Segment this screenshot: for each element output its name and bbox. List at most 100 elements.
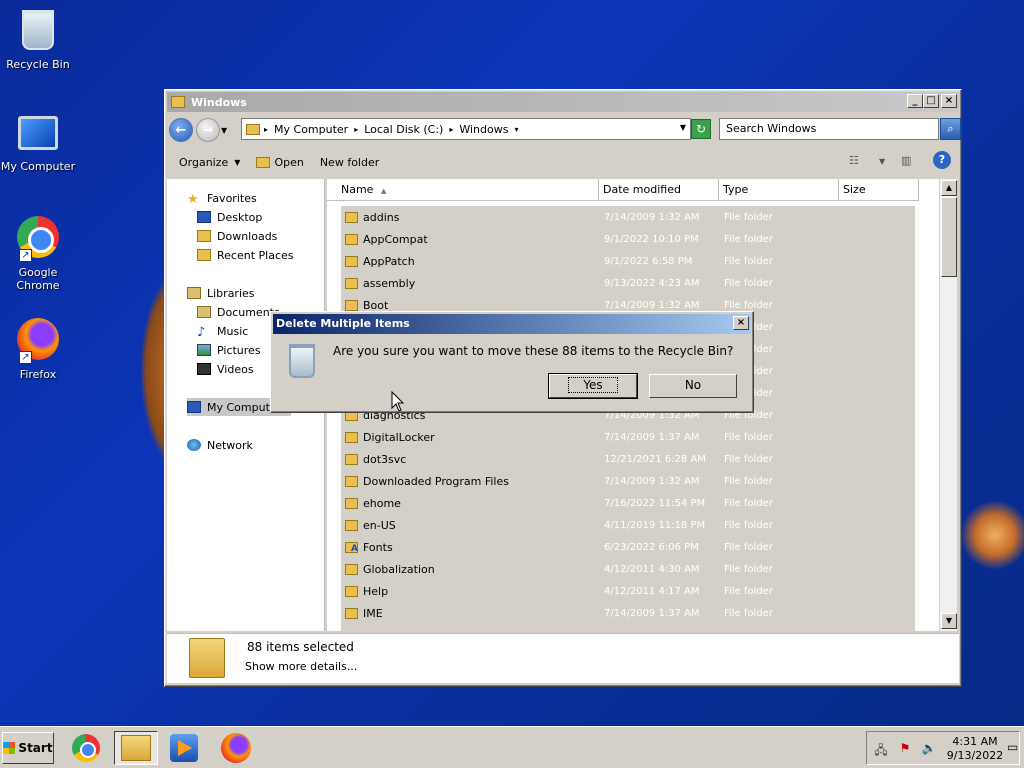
file-row[interactable]: ehome 7/16/2022 11:54 PM File folder: [341, 492, 915, 514]
dialog-message: Are you sure you want to move these 88 i…: [333, 344, 734, 358]
file-row[interactable]: AppCompat 9/1/2022 10:10 PM File folder: [341, 228, 915, 250]
column-header-type[interactable]: Type: [719, 179, 839, 201]
chevron-down-icon[interactable]: ▾: [514, 125, 518, 134]
column-header-date-modified[interactable]: Date modified: [599, 179, 719, 201]
music-icon: ♪: [197, 325, 206, 340]
taskbar-firefox[interactable]: [214, 731, 258, 765]
desktop-icon-recycle-bin[interactable]: Recycle Bin: [0, 6, 78, 71]
chevron-down-icon[interactable]: ▼: [879, 157, 885, 166]
address-field[interactable]: ▸ My Computer ▸ Local Disk (C:) ▸ Window…: [241, 118, 691, 140]
help-icon[interactable]: ?: [933, 151, 951, 169]
back-button[interactable]: ←: [169, 118, 193, 142]
close-icon[interactable]: ×: [733, 316, 749, 330]
taskbar-chrome[interactable]: [64, 731, 108, 765]
window-title: Windows: [191, 95, 247, 109]
desktop-icon-my-computer[interactable]: My Computer: [0, 110, 78, 173]
breadcrumb-my-computer[interactable]: My Computer: [274, 123, 348, 136]
nav-videos[interactable]: Videos: [197, 360, 254, 378]
nav-recent-places[interactable]: Recent Places: [197, 246, 294, 264]
nav-label: Videos: [217, 362, 254, 376]
file-row[interactable]: DigitalLocker 7/14/2009 1:37 AM File folde…: [341, 426, 915, 448]
search-input[interactable]: Search Windows: [719, 118, 939, 140]
volume-icon[interactable]: 🔈: [921, 741, 937, 755]
desktop-icon-google-chrome[interactable]: ↗ Google Chrome: [0, 214, 78, 292]
open-button[interactable]: Open: [256, 156, 304, 169]
folder-icon: [345, 519, 358, 531]
file-date: 12/21/2021 6:28 AM: [604, 453, 706, 465]
chevron-right-icon[interactable]: ▸: [264, 125, 268, 134]
nav-music[interactable]: ♪ Music: [197, 322, 249, 341]
file-row[interactable]: addins 7/14/2009 1:32 AM File folder: [341, 206, 915, 228]
file-row[interactable]: AppPatch 9/1/2022 6:58 PM File folder: [341, 250, 915, 272]
close-button[interactable]: ×: [941, 94, 957, 108]
shortcut-arrow-icon: ↗: [19, 249, 32, 262]
taskbar-media-player[interactable]: [162, 731, 206, 765]
view-options-icon[interactable]: ☷: [849, 154, 859, 167]
nav-desktop[interactable]: Desktop: [197, 208, 262, 226]
file-row[interactable]: IME 7/14/2009 1:37 AM File folder: [341, 602, 915, 624]
nav-downloads[interactable]: Downloads: [197, 227, 277, 245]
folder-icon: [345, 607, 358, 619]
file-type: File folder: [724, 211, 773, 223]
file-row[interactable]: Downloaded Program Files 7/14/2009 1:32 A…: [341, 470, 915, 492]
details-pane: 88 items selected Show more details...: [167, 633, 959, 683]
new-folder-button[interactable]: New folder: [320, 156, 379, 169]
file-name: AppCompat: [363, 232, 428, 246]
nav-pictures[interactable]: Pictures: [197, 341, 261, 359]
file-name: Globalization: [363, 562, 435, 576]
organize-button[interactable]: Organize ▼: [179, 156, 240, 169]
address-dropdown-icon[interactable]: ▼: [680, 123, 686, 132]
column-header-name[interactable]: Name ▲: [327, 179, 599, 201]
file-name: assembly: [363, 276, 416, 290]
history-dropdown-icon[interactable]: ▼: [221, 126, 227, 135]
breadcrumb-windows[interactable]: Windows: [459, 123, 508, 136]
file-row[interactable]: Help 4/12/2011 4:17 AM File folder: [341, 580, 915, 602]
minimize-button[interactable]: _: [907, 94, 923, 108]
folder-icon: [345, 431, 358, 443]
scroll-up-icon[interactable]: ▲: [941, 180, 957, 196]
file-name: DigitalLocker: [363, 430, 435, 444]
action-center-icon[interactable]: ⚑: [897, 741, 913, 755]
show-desktop-icon[interactable]: ▭: [1007, 740, 1018, 754]
search-icon[interactable]: ⌕: [940, 118, 961, 140]
no-button[interactable]: No: [649, 374, 737, 398]
file-row[interactable]: Globalization 4/12/2011 4:30 AM File folde…: [341, 558, 915, 580]
desktop-icon-firefox[interactable]: ↗ Firefox: [0, 316, 78, 381]
file-row[interactable]: Fonts 6/23/2022 6:06 PM File folder: [341, 536, 915, 558]
scroll-thumb[interactable]: [941, 197, 957, 277]
network-tray-icon[interactable]: 🖧: [873, 741, 889, 757]
chevron-right-icon[interactable]: ▸: [449, 125, 453, 134]
file-row[interactable]: assembly 9/13/2022 4:23 AM File folder: [341, 272, 915, 294]
nav-network[interactable]: Network: [187, 436, 253, 454]
nav-favorites[interactable]: ★ Favorites: [187, 189, 257, 208]
start-button[interactable]: Start: [2, 732, 54, 764]
nav-documents[interactable]: Documents: [197, 303, 280, 321]
preview-pane-icon[interactable]: ▥: [901, 154, 911, 167]
nav-label: Music: [217, 324, 249, 338]
maximize-button[interactable]: □: [923, 94, 939, 108]
taskbar-explorer[interactable]: [114, 731, 158, 765]
nav-libraries[interactable]: Libraries: [187, 284, 255, 302]
refresh-button[interactable]: ↻: [691, 119, 711, 139]
clock[interactable]: 4:31 AM 9/13/2022: [945, 735, 1005, 763]
file-type: File folder: [724, 299, 773, 311]
chevron-right-icon[interactable]: ▸: [354, 125, 358, 134]
yes-button[interactable]: Yes: [548, 373, 638, 399]
dialog-title[interactable]: Delete Multiple Items: [273, 314, 751, 334]
chevron-down-icon: ▼: [234, 157, 241, 167]
show-more-details-link[interactable]: Show more details...: [245, 660, 357, 673]
folder-icon: [345, 233, 358, 245]
scroll-down-icon[interactable]: ▼: [941, 613, 957, 629]
folder-icon: [345, 453, 358, 465]
file-date: 4/11/2019 11:18 PM: [604, 519, 706, 531]
nav-label: Desktop: [217, 210, 263, 224]
file-date: 4/12/2011 4:17 AM: [604, 585, 700, 597]
column-label: Type: [723, 183, 749, 196]
vertical-scrollbar[interactable]: ▲ ▼: [939, 179, 957, 631]
file-row[interactable]: dot3svc 12/21/2021 6:28 AM File folder: [341, 448, 915, 470]
forward-button[interactable]: →: [196, 118, 220, 142]
window-titlebar[interactable]: Windows: [167, 92, 959, 112]
breadcrumb-local-disk[interactable]: Local Disk (C:): [364, 123, 443, 136]
column-header-size[interactable]: Size: [839, 179, 919, 201]
file-row[interactable]: en-US 4/11/2019 11:18 PM File folder: [341, 514, 915, 536]
